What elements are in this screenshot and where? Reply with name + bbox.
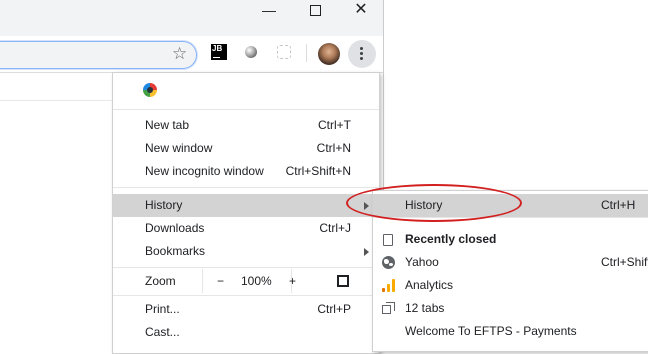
menu-item-label: Bookmarks <box>145 244 206 258</box>
submenu-item-12-tabs[interactable]: 12 tabs <box>373 297 648 320</box>
menu-item-label: New incognito window <box>145 164 264 178</box>
submenu-arrow-icon <box>364 248 369 256</box>
menu-item-label: New window <box>145 141 213 155</box>
menu-item-downloads[interactable]: Downloads Ctrl+J <box>113 217 379 240</box>
zoom-out-button[interactable]: − <box>217 269 224 293</box>
submenu-item-analytics[interactable]: Analytics <box>373 274 648 297</box>
submenu-item-label: Yahoo <box>405 255 439 269</box>
submenu-item-history[interactable]: History Ctrl+H <box>373 194 648 217</box>
menu-item-shortcut: Ctrl+Shift+N <box>285 164 351 178</box>
zoom-row: Zoom − 100% + <box>113 269 379 293</box>
zoom-label: Zoom <box>145 274 176 288</box>
submenu-arrow-icon <box>364 202 369 210</box>
menu-item-label: History <box>145 198 183 212</box>
sphere-extension-icon[interactable] <box>245 46 257 58</box>
menu-item-shortcut: Ctrl+P <box>317 302 351 316</box>
star-icon[interactable]: ☆ <box>172 45 187 62</box>
menu-item-label: Cast... <box>145 325 180 339</box>
window-edge <box>383 0 384 190</box>
submenu-separator <box>373 217 648 218</box>
colorful-ring-icon <box>143 83 157 97</box>
submenu-item-label: 12 tabs <box>405 301 445 315</box>
globe-icon <box>382 256 395 269</box>
menu-separator <box>113 187 379 188</box>
menu-item-print[interactable]: Print... Ctrl+P <box>113 298 379 321</box>
desktop-background <box>383 0 648 190</box>
submenu-item-label: History <box>405 198 443 212</box>
submenu-item-shortcut: Ctrl+Shift+T <box>601 255 648 269</box>
close-button[interactable]: ✕ <box>338 0 384 22</box>
menu-item-shortcut: Ctrl+T <box>318 118 351 132</box>
toolbar-divider <box>306 44 307 62</box>
submenu-item-yahoo[interactable]: Yahoo Ctrl+Shift+T <box>373 251 648 274</box>
analytics-icon <box>382 279 395 292</box>
zoom-level: 100% <box>241 274 272 288</box>
chrome-menu-button[interactable] <box>348 40 376 68</box>
menu-item-label: Print... <box>145 302 180 316</box>
fullscreen-icon[interactable] <box>337 275 349 287</box>
menu-item-shortcut: Ctrl+N <box>316 141 351 155</box>
menu-separator <box>113 267 379 268</box>
submenu-item-label: Recently closed <box>405 232 497 246</box>
tabs-icon <box>382 302 395 315</box>
menu-item-bookmarks[interactable]: Bookmarks <box>113 240 379 263</box>
profile-avatar[interactable] <box>318 43 340 65</box>
menu-item-new-tab[interactable]: New tab Ctrl+T <box>113 114 379 137</box>
submenu-item-shortcut: Ctrl+H <box>601 198 636 212</box>
chrome-main-menu: New tab Ctrl+T New window Ctrl+N New inc… <box>112 72 380 354</box>
submenu-item-eftps[interactable]: Welcome To EFTPS - Payments <box>373 320 648 343</box>
menu-separator <box>113 295 379 296</box>
menu-item-label: Downloads <box>145 221 205 235</box>
menu-item-history[interactable]: History <box>113 194 379 217</box>
menu-separator <box>113 109 379 110</box>
menu-item-cast[interactable]: Cast... <box>113 321 379 344</box>
submenu-item-label: Welcome To EFTPS - Payments <box>405 324 577 338</box>
page-divider <box>0 100 112 101</box>
maximize-icon <box>309 5 321 16</box>
submenu-heading-recently-closed: Recently closed <box>373 228 648 251</box>
menu-item-new-incognito-window[interactable]: New incognito window Ctrl+Shift+N <box>113 160 379 183</box>
address-bar[interactable] <box>0 41 197 69</box>
history-submenu: History Ctrl+H Recently closed Yahoo Ctr… <box>372 190 648 352</box>
submenu-item-label: Analytics <box>405 278 454 292</box>
menu-item-new-window[interactable]: New window Ctrl+N <box>113 137 379 160</box>
three-dots-vertical-icon <box>360 47 363 50</box>
maximize-button[interactable] <box>292 0 338 22</box>
menu-item-shortcut: Ctrl+J <box>319 221 351 235</box>
zoom-in-button[interactable]: + <box>289 269 296 293</box>
minimize-button[interactable]: — <box>246 0 292 22</box>
menu-item-label: New tab <box>145 118 190 132</box>
document-icon <box>383 234 393 246</box>
disabled-extension-icon[interactable] <box>277 45 291 59</box>
jetbrains-extension-icon[interactable]: JB <box>211 44 227 60</box>
